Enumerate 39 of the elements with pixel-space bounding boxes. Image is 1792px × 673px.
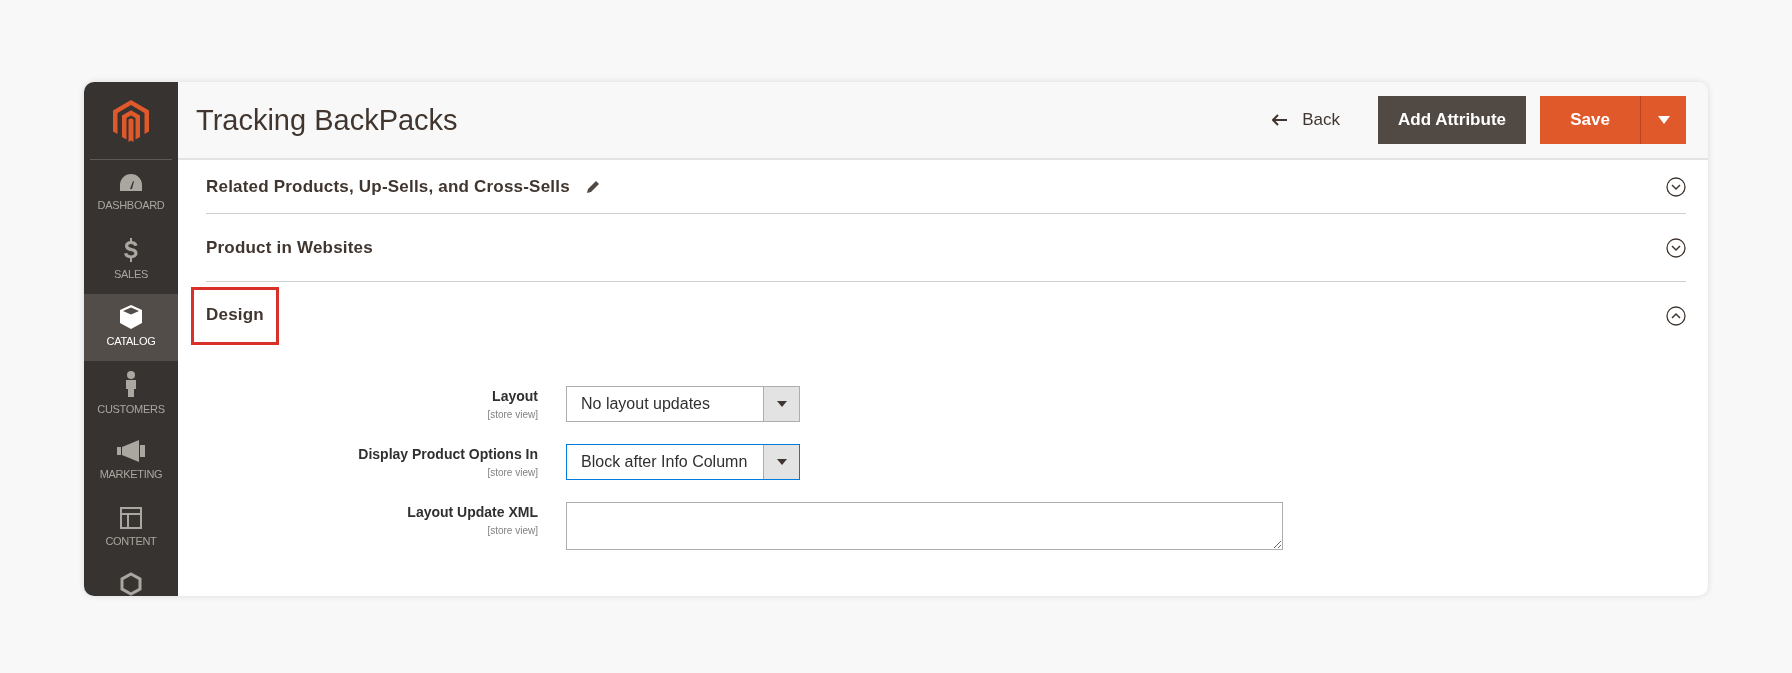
select-field[interactable]: Block after Info Column [566,444,800,480]
scope-note: [store view] [487,524,538,538]
sidebar-item[interactable]: CONTENT [84,495,178,562]
save-button[interactable]: Save [1540,96,1640,144]
back-link[interactable]: Back [1266,106,1347,134]
sidebar-item[interactable]: DASHBOARD [84,160,178,227]
sidebar-item[interactable]: SALES [84,227,178,294]
add-attribute-button[interactable]: Add Attribute [1378,96,1526,144]
page-title: Tracking BackPacks [196,102,459,138]
sidebar-item[interactable]: CATALOG [84,294,178,361]
field-label: Layout [492,387,538,406]
sidebar-item[interactable]: MARKETING [84,428,178,495]
field-label: Display Product Options In [358,445,538,464]
caret-icon [1657,116,1670,124]
select-field[interactable]: No layout updates [566,386,800,422]
scope-note: [store view] [487,466,538,480]
pencil-icon[interactable] [585,179,600,194]
hexagon-icon [120,572,142,596]
caret-icon [776,401,787,407]
gauge-icon [119,173,143,194]
expand-icon[interactable] [1666,237,1686,258]
sidebar-item[interactable]: CUSTOMERS [84,361,178,428]
layout-icon [120,507,142,530]
section-title[interactable]: Design [194,290,276,342]
field-label: Layout Update XML [407,503,538,522]
textarea-field[interactable] [566,502,1283,550]
expand-icon[interactable] [1666,176,1686,197]
caret-icon [776,459,787,465]
scope-note: [store view] [487,408,538,422]
megaphone-icon [117,440,145,463]
dollar-icon [123,238,139,263]
section-title[interactable]: Product in Websites [206,234,373,261]
logo-icon [113,99,149,142]
arrow-left-icon [1272,114,1289,126]
section-title[interactable]: Related Products, Up-Sells, and Cross-Sells [206,173,570,200]
box-icon [120,305,142,330]
person-icon [125,371,137,398]
collapse-icon[interactable] [1666,306,1686,326]
save-options-button[interactable] [1640,96,1686,144]
